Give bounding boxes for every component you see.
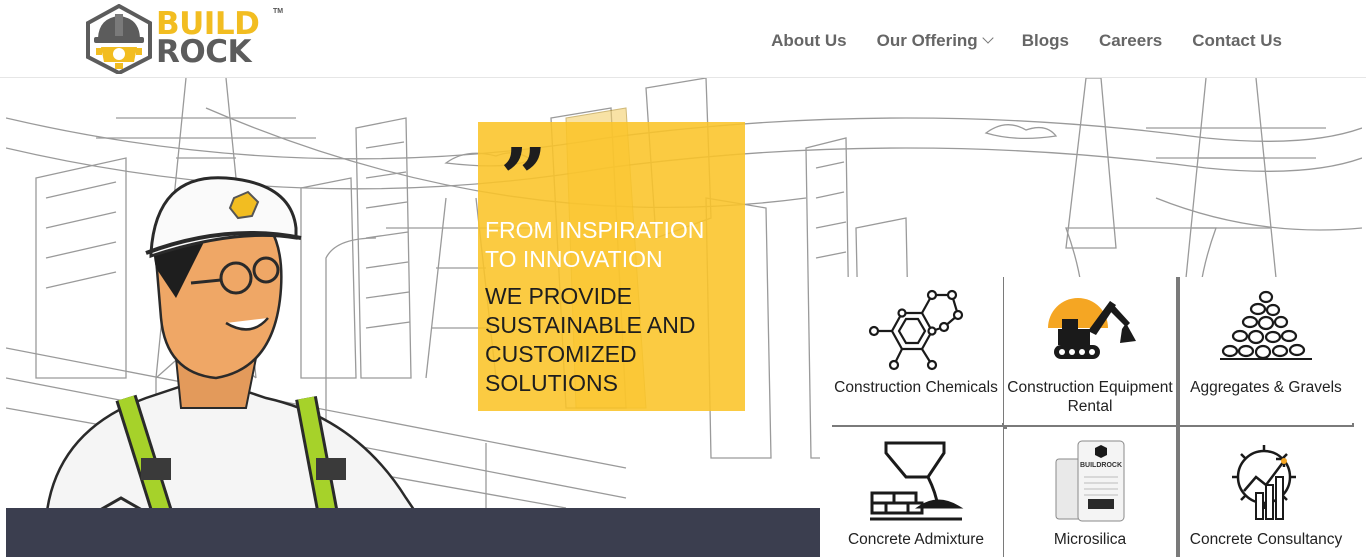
concrete-pour-icon <box>870 441 964 521</box>
nav-contact-us[interactable]: Contact Us <box>1192 31 1282 51</box>
offering-label: Aggregates & Gravels <box>1190 379 1342 396</box>
offering-construction-chemicals[interactable]: Construction Chemicals <box>830 277 1002 425</box>
offering-concrete-admixture[interactable]: Concrete Admixture <box>830 429 1002 557</box>
offering-microsilica[interactable]: BUILDROCK Microsilica <box>1004 429 1176 557</box>
bag-brand-text: BUILDROCK <box>1080 462 1122 469</box>
offering-construction-equipment-rental[interactable]: Construction Equipment Rental <box>1004 277 1176 425</box>
nav-about-us[interactable]: About Us <box>771 31 847 51</box>
offering-label: Concrete Admixture <box>847 531 985 548</box>
hero-dark-band <box>6 508 821 557</box>
nav-careers-label: Careers <box>1098 31 1163 50</box>
offerings-grid: Construction Chemicals Construction Equi… <box>820 277 1366 557</box>
hero-quote-card: ” FROM INSPIRATION TO INNOVATION WE PROV… <box>478 122 745 411</box>
hero-tagline: FROM INSPIRATION TO INNOVATION <box>485 217 705 272</box>
logo-wordmark-rock: ROCK <box>156 34 252 70</box>
nav-blogs[interactable]: Blogs <box>1022 31 1069 51</box>
nav-careers[interactable]: Careers <box>1099 31 1162 51</box>
hero-mission-statement: WE PROVIDE SUSTAINABLE AND CUSTOMIZED SO… <box>485 283 696 396</box>
offering-label: Microsilica <box>1053 531 1127 548</box>
offering-aggregates-gravels[interactable]: Aggregates & Gravels <box>1180 277 1352 425</box>
quote-icon: ” <box>500 131 547 227</box>
gravel-pile-icon <box>1220 290 1312 360</box>
trademark-mark: TM <box>273 8 284 15</box>
nav-our-offering[interactable]: Our Offering <box>876 31 994 51</box>
nav-about-us-label: About Us <box>771 31 847 50</box>
molecule-icon <box>868 289 964 371</box>
excavator-icon <box>1048 298 1136 359</box>
main-nav: About Us Our Offering Blogs Careers Cont… <box>741 31 1282 51</box>
chevron-down-icon <box>982 32 994 44</box>
site-header: BUILD ROCK TM About Us Our Offering Blog… <box>0 0 1366 78</box>
offering-label: Construction Chemicals <box>834 379 998 396</box>
helmet-gear-logo-icon <box>86 4 152 74</box>
nav-our-offering-label: Our Offering <box>876 31 978 50</box>
microsilica-bag-icon: BUILDROCK <box>1055 440 1125 522</box>
nav-blogs-label: Blogs <box>1021 31 1069 50</box>
offering-concrete-consultancy[interactable]: Concrete Consultancy <box>1180 429 1352 557</box>
offering-label: Concrete Consultancy <box>1189 531 1343 548</box>
growth-gear-icon <box>1232 445 1296 520</box>
offering-label: Construction Equipment Rental <box>1007 379 1173 415</box>
buildrock-logo[interactable]: BUILD ROCK TM <box>82 4 284 74</box>
nav-contact-us-label: Contact Us <box>1192 31 1282 50</box>
